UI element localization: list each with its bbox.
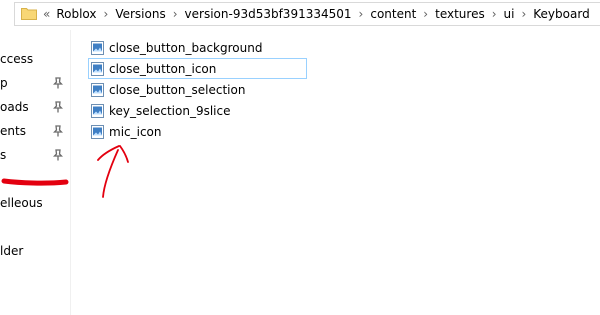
pin-icon[interactable] xyxy=(53,149,63,161)
address-bar[interactable]: « Roblox › Versions › version-93d53bf391… xyxy=(14,2,600,26)
file-row[interactable]: mic_icon xyxy=(88,121,307,142)
navigation-pane[interactable]: ccess p oads ents s elleous lder xyxy=(0,30,70,315)
file-name: close_button_background xyxy=(109,40,263,55)
nav-item-label: elleous xyxy=(0,196,43,210)
image-file-icon xyxy=(91,82,104,97)
breadcrumb-item-keyboard[interactable]: Keyboard xyxy=(533,7,589,21)
chevron-right-icon[interactable]: › xyxy=(485,7,504,21)
file-name: key_selection_9slice xyxy=(109,103,231,118)
pane-divider[interactable] xyxy=(70,30,71,315)
nav-item-label: s xyxy=(0,148,7,162)
image-file-icon xyxy=(91,103,104,118)
breadcrumb-item-content[interactable]: content xyxy=(370,7,416,21)
chevron-right-icon[interactable]: › xyxy=(416,7,435,21)
image-file-icon xyxy=(91,40,104,55)
breadcrumb-overflow-icon[interactable]: « xyxy=(43,7,50,21)
file-row[interactable]: key_selection_9slice xyxy=(88,100,307,121)
folder-icon xyxy=(21,8,37,20)
breadcrumb-item-versions[interactable]: Versions xyxy=(115,7,165,21)
breadcrumb-item-textures[interactable]: textures xyxy=(435,7,485,21)
nav-item-label: ents xyxy=(0,124,26,138)
pin-icon[interactable] xyxy=(53,101,63,113)
image-file-icon xyxy=(91,124,104,139)
nav-item-label: p xyxy=(0,76,8,90)
breadcrumb-item-version[interactable]: version-93d53bf391334501 xyxy=(185,7,352,21)
file-row[interactable]: close_button_background xyxy=(88,37,307,58)
breadcrumb[interactable]: « Roblox › Versions › version-93d53bf391… xyxy=(43,3,590,25)
file-row-selected[interactable]: close_button_icon xyxy=(88,58,307,79)
file-row[interactable]: close_button_selection xyxy=(88,79,307,100)
nav-item-label: ccess xyxy=(0,52,34,66)
breadcrumb-item-ui[interactable]: ui xyxy=(504,7,515,21)
file-name: close_button_icon xyxy=(109,61,217,76)
file-name: mic_icon xyxy=(109,124,162,139)
nav-item-label: oads xyxy=(0,100,29,114)
file-name: close_button_selection xyxy=(109,82,246,97)
chevron-right-icon[interactable]: › xyxy=(97,7,116,21)
image-file-icon xyxy=(91,61,104,76)
chevron-right-icon[interactable]: › xyxy=(514,7,533,21)
nav-item-label: lder xyxy=(0,244,24,258)
breadcrumb-item-roblox[interactable]: Roblox xyxy=(56,7,96,21)
pin-icon[interactable] xyxy=(53,125,63,137)
chevron-right-icon[interactable]: › xyxy=(166,7,185,21)
chevron-right-icon[interactable]: › xyxy=(352,7,371,21)
arrow-annotation xyxy=(97,145,129,198)
pin-icon[interactable] xyxy=(53,77,63,89)
